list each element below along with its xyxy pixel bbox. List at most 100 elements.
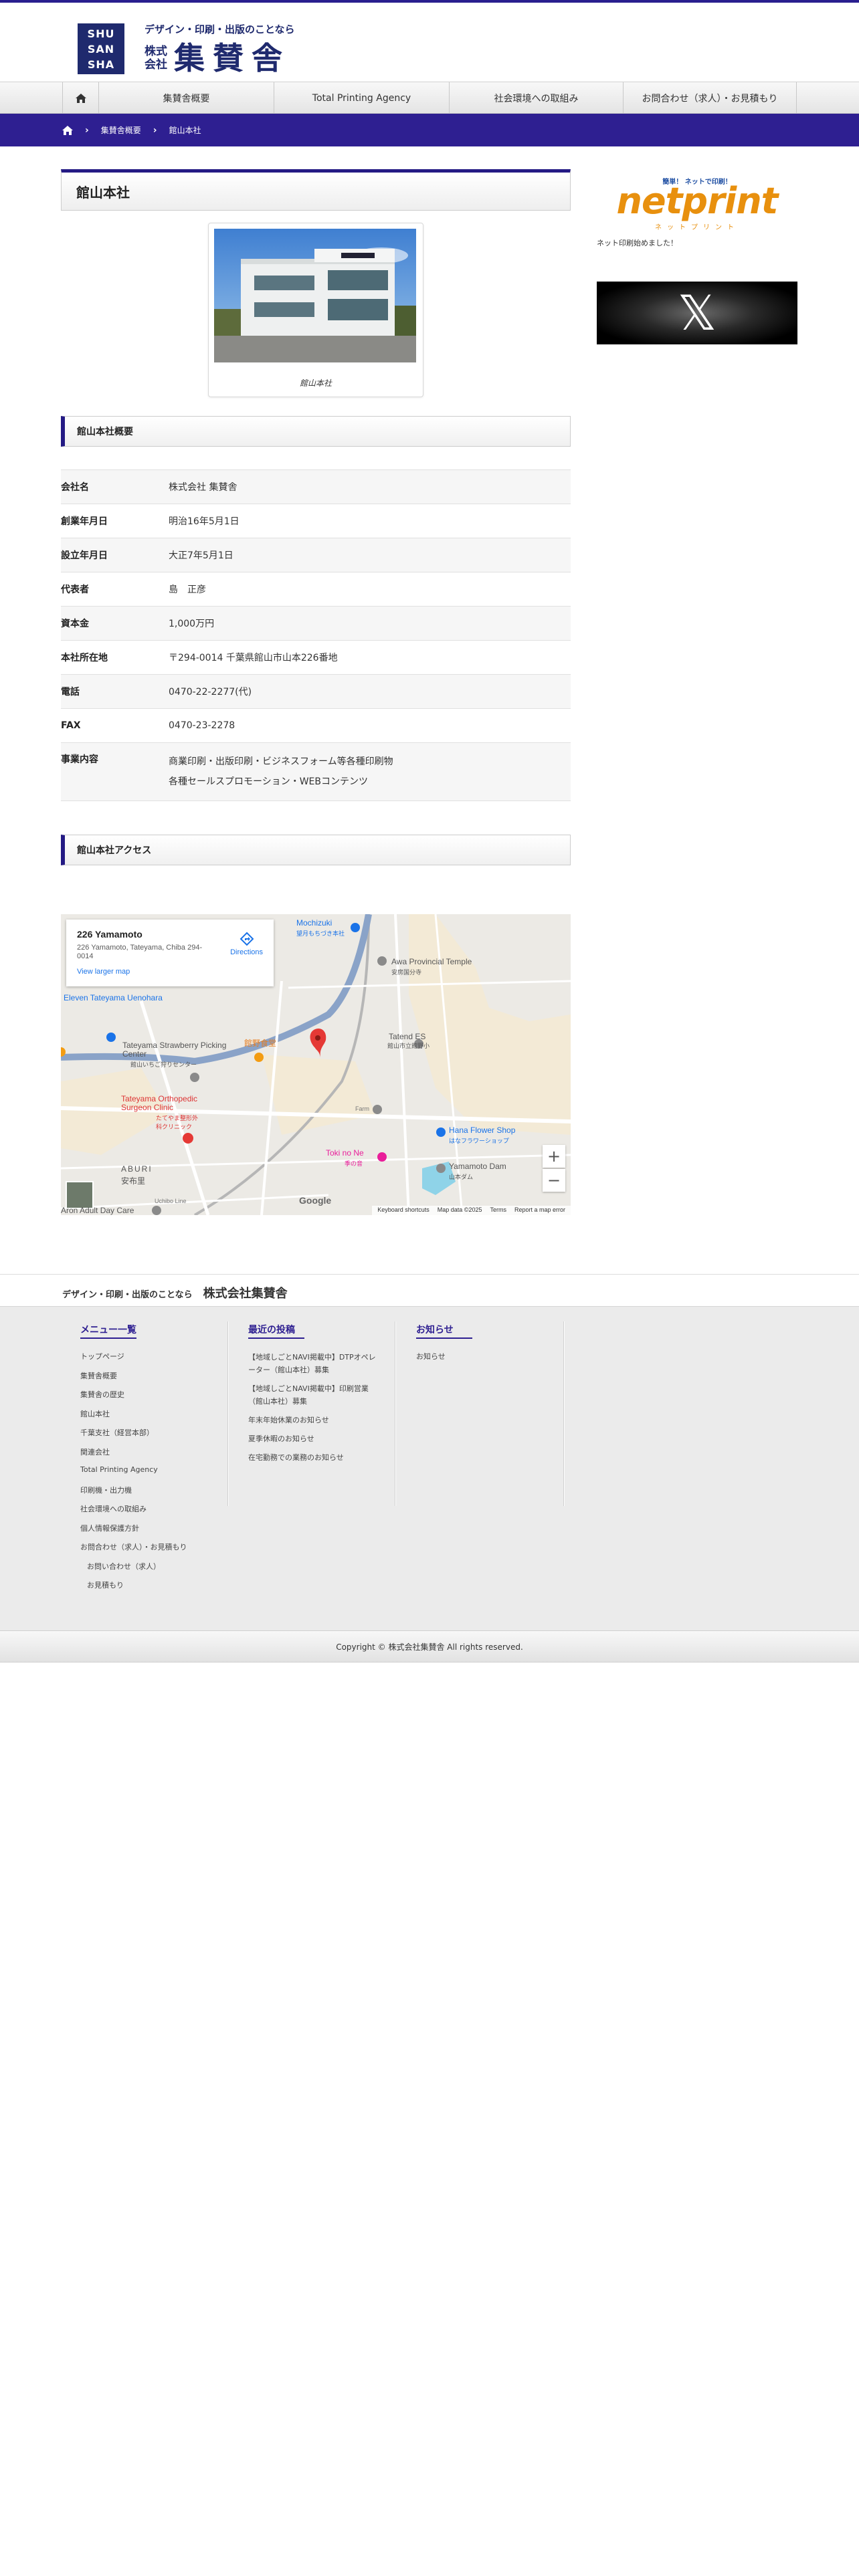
nav-item-about[interactable]: 集賛舎概要 [98, 82, 274, 114]
zoom-out-button[interactable]: − [543, 1169, 565, 1192]
row-label: 代表者 [61, 584, 89, 595]
footer-post-link[interactable]: 【地域しごとNAVI掲載中】DTPオペレーター（館山本社）募集 [248, 1351, 382, 1376]
map-label: Hana Flower Shop [449, 1125, 516, 1135]
section-heading-overview: 館山本社概要 [61, 416, 571, 447]
zoom-in-button[interactable]: + [543, 1145, 565, 1168]
nav-item-environment[interactable]: 社会環境への取組み [449, 82, 623, 114]
google-map[interactable]: Mochizuki 望月もちづき本社 Awa Provincial Temple… [61, 914, 571, 1215]
map-label: 望月もちづき本社 [296, 930, 345, 937]
logo-mark-line: SAN [87, 42, 115, 56]
map-label: 季の音 [345, 1160, 363, 1167]
breadcrumb: › 集賛舎概要 › 館山本社 [0, 114, 859, 146]
logo-tagline: デザイン・印刷・出版のことなら [145, 23, 295, 35]
footer-tagline: デザイン・印刷・出版のことなら [62, 1290, 193, 1300]
footer-post-link[interactable]: 在宅勤務での業務のお知らせ [248, 1451, 382, 1464]
nav-item-contact[interactable]: お問合わせ（求人）・お見積もり [623, 82, 797, 114]
row-label: 電話 [61, 687, 80, 697]
row-label: FAX [61, 720, 81, 731]
footer-menu-item[interactable]: お問合わせ（求人）・お見積もり [80, 1541, 227, 1561]
site-logo[interactable]: SHU SAN SHA デザイン・印刷・出版のことなら 株式会社 集賛舎 [78, 22, 295, 75]
google-logo: Google [299, 1195, 332, 1206]
footer-menu-item[interactable]: トップページ [80, 1351, 227, 1370]
row-value: 0470-22-2277(代) [169, 687, 252, 697]
footer-news-column: お知らせ お知らせ [416, 1323, 550, 1370]
section-heading-access: 館山本社アクセス [61, 835, 571, 865]
map-label: Eleven Tateyama Uenohara [64, 993, 163, 1002]
directions-button[interactable]: Directions [230, 932, 263, 956]
nav-item-total-printing[interactable]: Total Printing Agency [274, 82, 449, 114]
footer-company-name[interactable]: 株式会社集賛舎 [203, 1284, 288, 1301]
map-label: 館山いちご狩りセンター [130, 1061, 197, 1068]
sidebar: 簡単！ ネットで印刷！ netprint ネットプリント ネット印刷始めました！… [597, 169, 797, 344]
netprint-sub-text: ネットプリント [655, 224, 739, 231]
logo-mark: SHU SAN SHA [78, 23, 124, 74]
row-value: 1,000万円 [169, 619, 215, 629]
footer-menu-item[interactable]: 印刷機・出力機 [80, 1485, 227, 1504]
footer-menu-subitem[interactable]: お問い合わせ（求人） [80, 1561, 227, 1580]
map-label: Toki no Ne [326, 1148, 364, 1158]
breadcrumb-item[interactable]: 集賛舎概要 [101, 124, 141, 136]
footer-menu-item[interactable]: 社会環境への取組み [80, 1503, 227, 1523]
footer-menu-item[interactable]: 個人情報保護方針 [80, 1523, 227, 1542]
footer-divider [227, 1321, 228, 1506]
table-row: 資本金 1,000万円 [61, 606, 571, 641]
map-label: 館山市立館野小 [387, 1043, 430, 1049]
map-place-address: 226 Yamamoto, Tateyama, Chiba 294-0014 [77, 944, 203, 960]
netprint-banner[interactable]: 簡単！ ネットで印刷！ netprint ネットプリント [597, 169, 797, 232]
footer-menu-item[interactable]: 集賛舎概要 [80, 1370, 227, 1390]
footer-menu-item[interactable]: 関連会社 [80, 1446, 227, 1466]
map-label: Tateyama Orthopedic Surgeon Clinic [121, 1094, 198, 1112]
row-value: 大正7年5月1日 [169, 550, 233, 561]
map-label: 安房国分寺 [391, 969, 422, 976]
map-label: Yamamoto Dam [449, 1162, 506, 1171]
logo-mark-line: SHA [87, 58, 115, 71]
logo-text: デザイン・印刷・出版のことなら 株式会社 集賛舎 [145, 22, 295, 75]
row-value: 株式会社 集賛舎 [169, 482, 237, 493]
table-row: 創業年月日 明治16年5月1日 [61, 504, 571, 538]
footer-menu-column: メニュー一覧 トップページ 集賛舎概要 集賛舎の歴史 館山本社 千葉支社（経営本… [80, 1323, 227, 1599]
terms-link[interactable]: Terms [490, 1206, 506, 1214]
footer-menu-item[interactable]: 集賛舎の歴史 [80, 1389, 227, 1408]
row-label: 設立年月日 [61, 550, 108, 561]
headquarters-photo[interactable] [214, 229, 416, 362]
logo-kabushiki: 株式会社 [145, 45, 167, 72]
view-larger-map-link[interactable]: View larger map [77, 968, 263, 976]
map-label: 山本ダム [449, 1174, 474, 1180]
logo-company-name: 集賛舎 [174, 40, 290, 76]
keyboard-shortcuts-link[interactable]: Keyboard shortcuts [377, 1206, 430, 1214]
map-info-card: 226 Yamamoto 226 Yamamoto, Tateyama, Chi… [66, 920, 274, 986]
netprint-caption[interactable]: ネット印刷始めました！ [597, 237, 797, 248]
table-row: 代表者 島 正彦 [61, 572, 571, 607]
table-row: FAX 0470-23-2278 [61, 708, 571, 743]
footer-post-link[interactable]: 夏季休暇のお知らせ [248, 1432, 382, 1445]
map-label: Tateyama Strawberry Picking Center [122, 1041, 227, 1059]
map-label: Awa Provincial Temple [391, 957, 472, 966]
home-icon[interactable] [62, 125, 73, 136]
breadcrumb-current: 館山本社 [169, 126, 201, 135]
report-error-link[interactable]: Report a map error [514, 1206, 565, 1214]
row-value: 0470-23-2278 [169, 720, 235, 731]
x-banner[interactable]: 𝕏 [597, 282, 797, 344]
table-row: 電話 0470-22-2277(代) [61, 674, 571, 709]
footer-news-link[interactable]: お知らせ [416, 1351, 550, 1370]
row-value-line: 商業印刷・出版印刷・ビジネスフォーム等各種印刷物 [169, 756, 393, 767]
photo-caption: 館山本社 [299, 379, 332, 388]
footer-post-link[interactable]: 年末年始休業のお知らせ [248, 1414, 382, 1426]
site-footer: メニュー一覧 トップページ 集賛舎概要 集賛舎の歴史 館山本社 千葉支社（経営本… [0, 1306, 859, 1630]
title-underline [80, 1337, 136, 1339]
footer-menu-item[interactable]: 千葉支社（経営本部） [80, 1427, 227, 1446]
footer-post-link[interactable]: 【地域しごとNAVI掲載中】印刷営業（館山本社）募集 [248, 1382, 382, 1408]
title-underline [248, 1337, 304, 1339]
logo-mark-line: SHU [87, 27, 115, 40]
footer-menu-item[interactable]: Total Printing Agency [80, 1465, 227, 1485]
nav-home[interactable] [62, 82, 98, 114]
footer-menu-item[interactable]: 館山本社 [80, 1408, 227, 1428]
row-value: 島 正彦 [169, 584, 206, 595]
row-label: 本社所在地 [61, 653, 108, 663]
footer-divider [563, 1321, 564, 1506]
footer-news-title: お知らせ [416, 1325, 454, 1335]
chevron-right-icon: › [85, 124, 89, 136]
chevron-right-icon: › [153, 124, 157, 136]
footer-menu-subitem[interactable]: お見積もり [80, 1580, 227, 1599]
footer-recent-title: 最近の投稿 [248, 1325, 295, 1335]
